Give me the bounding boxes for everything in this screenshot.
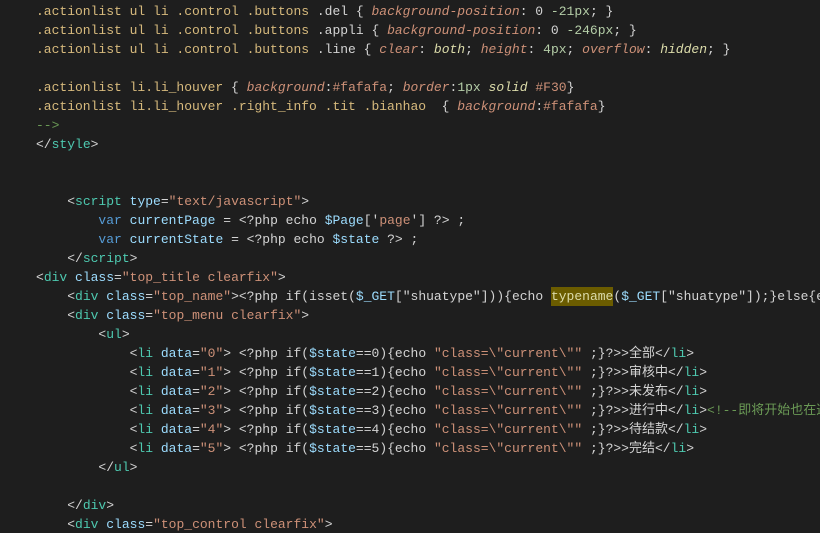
code-line (36, 477, 820, 496)
code-line: </script> (36, 249, 820, 268)
code-line: <li data="1"> <?php if($state==1){echo "… (36, 363, 820, 382)
code-line: <div class="top_title clearfix"> (36, 268, 820, 287)
code-line: <li data="4"> <?php if($state==4){echo "… (36, 420, 820, 439)
code-editor: ▷ ▷ .action (0, 0, 820, 533)
code-line (36, 59, 820, 78)
code-line (36, 173, 820, 192)
code-line: var currentState = <?php echo $state ?> … (36, 230, 820, 249)
code-content: .actionlist ul li .control .buttons .del… (28, 2, 820, 533)
code-line: <li data="2"> <?php if($state==2){echo "… (36, 382, 820, 401)
code-line: <div class="top_name"><?php if(isset($_G… (36, 287, 820, 306)
code-line: <script type="text/javascript"> (36, 192, 820, 211)
code-line: --> (36, 116, 820, 135)
code-line: </div> (36, 496, 820, 515)
code-line: <ul> (36, 325, 820, 344)
code-line: .actionlist ul li .control .buttons .lin… (36, 40, 820, 59)
code-line: </style> (36, 135, 820, 154)
line-numbers: ▷ ▷ (0, 2, 28, 533)
code-line: .actionlist li.li_houver { background:#f… (36, 78, 820, 97)
code-line: .actionlist ul li .control .buttons .app… (36, 21, 820, 40)
code-line: <div class="top_menu clearfix"> (36, 306, 820, 325)
code-line: <li data="0"> <?php if($state==0){echo "… (36, 344, 820, 363)
code-line (36, 154, 820, 173)
code-line: var currentPage = <?php echo $Page['page… (36, 211, 820, 230)
code-line: <div class="top_control clearfix"> (36, 515, 820, 533)
code-line: .actionlist ul li .control .buttons .del… (36, 2, 820, 21)
code-area: ▷ ▷ .action (0, 0, 820, 533)
code-line: <li data="5"> <?php if($state==5){echo "… (36, 439, 820, 458)
code-line: </ul> (36, 458, 820, 477)
code-line: .actionlist li.li_houver .right_info .ti… (36, 97, 820, 116)
code-line: <li data="3"> <?php if($state==3){echo "… (36, 401, 820, 420)
